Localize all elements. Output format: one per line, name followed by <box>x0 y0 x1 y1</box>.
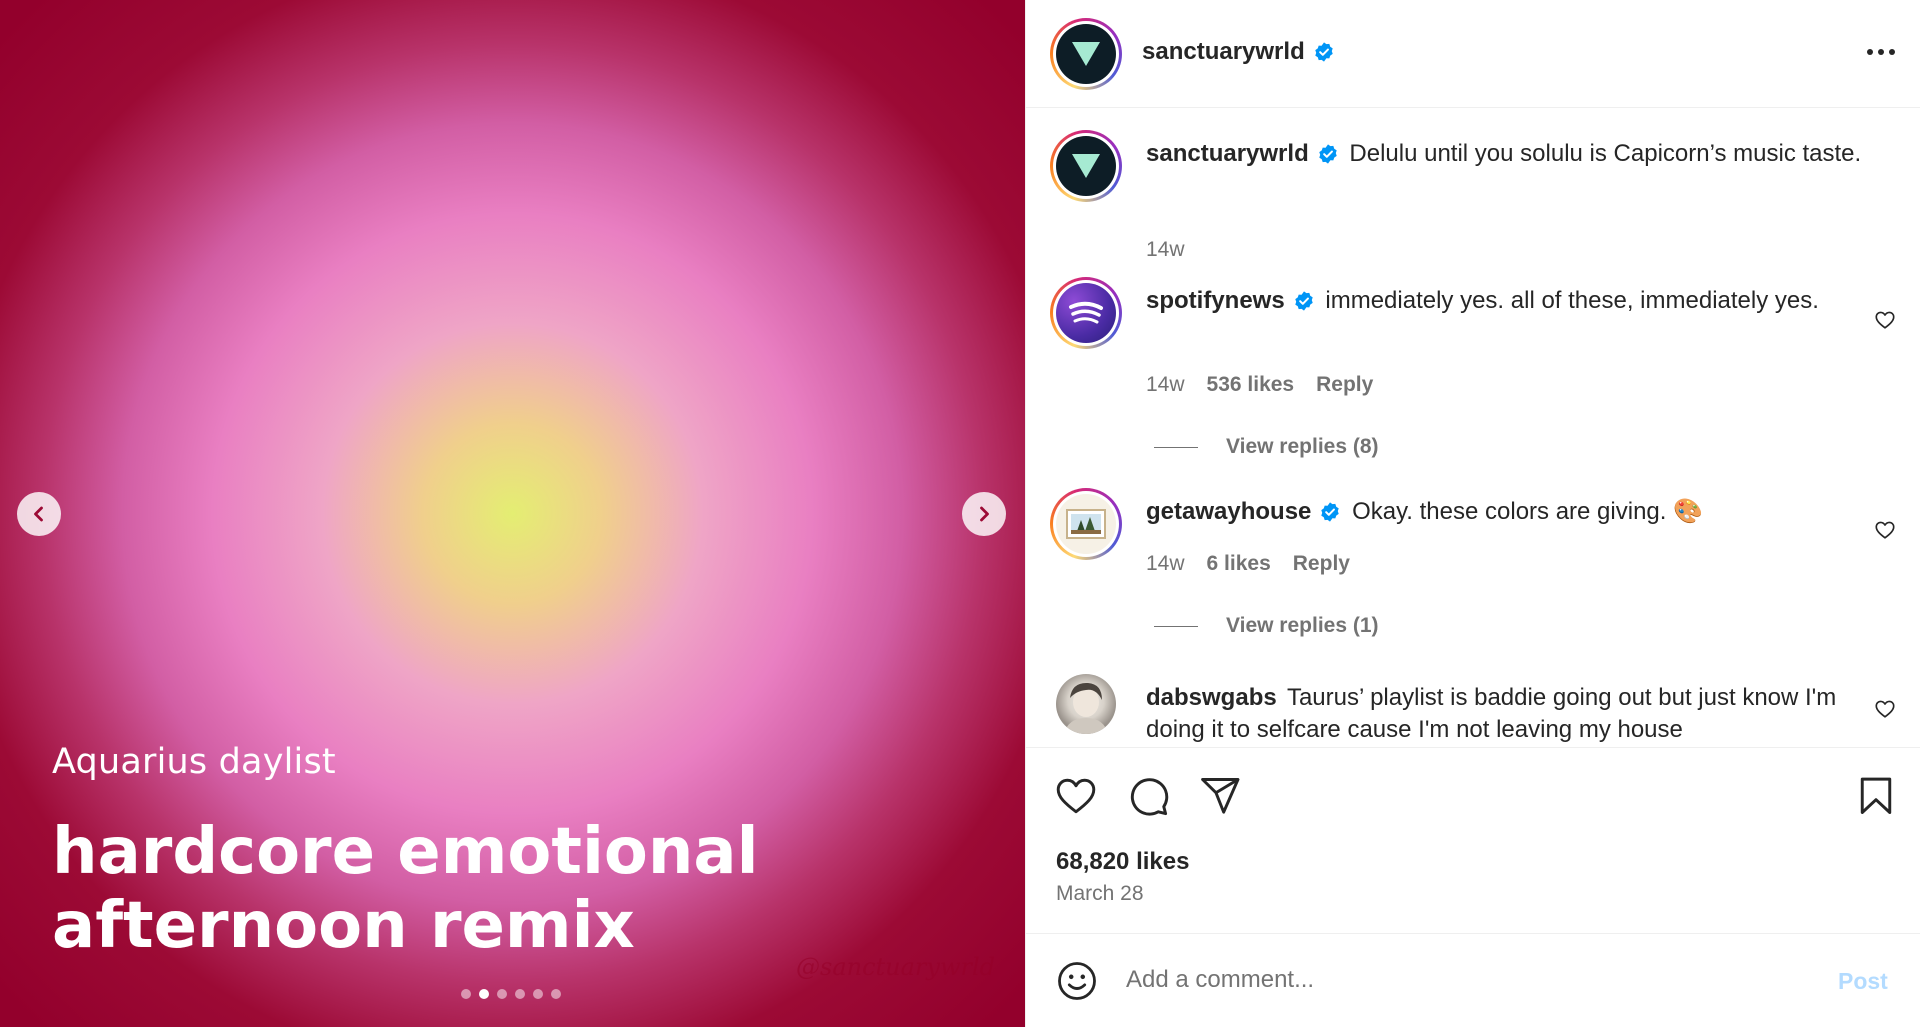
caption-body: sanctuarywrld Delulu until you solulu is… <box>1146 138 1866 170</box>
post-date[interactable]: March 28 <box>1056 882 1144 906</box>
author-avatar[interactable] <box>1050 18 1122 90</box>
divider-line <box>1154 625 1198 627</box>
commenter-username-label: getawayhouse <box>1146 498 1312 525</box>
more-horizontal-icon <box>1867 49 1895 55</box>
reply-button[interactable]: Reply <box>1293 552 1350 576</box>
like-comment-heart-icon[interactable] <box>1874 309 1896 331</box>
more-options-button[interactable] <box>1864 40 1898 64</box>
carousel-dot[interactable] <box>551 989 561 999</box>
slide-subtitle: Aquarius daylist <box>52 742 336 782</box>
author-username-label: sanctuarywrld <box>1142 38 1305 65</box>
comment-body: getawayhouse Okay. these colors are givi… <box>1146 496 1866 528</box>
verified-badge-icon <box>1321 502 1340 522</box>
bookmark-save-icon[interactable] <box>1854 774 1898 818</box>
carousel-dot[interactable] <box>461 989 471 999</box>
verified-badge-icon <box>1294 291 1313 311</box>
post-likes-count[interactable]: 68,820 likes <box>1056 848 1189 876</box>
commenter-avatar[interactable] <box>1050 488 1122 560</box>
post-side-panel: sanctuarywrld sanctuarywrld Delulu until… <box>1025 0 1920 1027</box>
comment-text: immediately yes. all of these, immediate… <box>1325 287 1819 314</box>
view-replies-label: View replies (1) <box>1226 614 1379 637</box>
previous-slide-button[interactable] <box>17 492 61 536</box>
view-replies-label: View replies (8) <box>1226 435 1379 458</box>
watermark: @sanctuarywrld <box>796 953 996 981</box>
comment-likes[interactable]: 6 likes <box>1207 552 1271 576</box>
caption-meta: 14w <box>1146 238 1185 262</box>
author-username[interactable]: sanctuarywrld <box>1142 38 1335 66</box>
add-comment-bar: Post <box>1026 934 1920 1027</box>
comment-text: Okay. these colors are giving. 🎨 <box>1352 498 1703 525</box>
caption-username-label: sanctuarywrld <box>1146 140 1309 167</box>
post-media: Aquarius daylist hardcore emotional afte… <box>0 0 1025 1027</box>
comment-meta: 14w 6 likes Reply <box>1146 552 1350 576</box>
divider-line <box>1154 446 1198 448</box>
share-send-icon[interactable] <box>1198 774 1242 818</box>
comment-time[interactable]: 14w <box>1146 552 1185 576</box>
caption-username[interactable]: sanctuarywrld <box>1146 138 1339 170</box>
caption-time[interactable]: 14w <box>1146 238 1185 262</box>
slide-title: hardcore emotional afternoon remix <box>52 815 759 963</box>
triangle-logo-icon <box>1072 154 1100 178</box>
comment-time[interactable]: 14w <box>1146 373 1185 397</box>
carousel-dot[interactable] <box>479 989 489 999</box>
commenter-username-label: dabswgabs <box>1146 684 1277 711</box>
commenter-avatar[interactable] <box>1056 674 1116 734</box>
commenter-username[interactable]: spotifynews <box>1146 285 1315 317</box>
comment-body: spotifynews immediately yes. all of thes… <box>1146 285 1866 317</box>
next-slide-button[interactable] <box>962 492 1006 536</box>
triangle-logo-icon <box>1072 42 1100 66</box>
comment-meta: 14w 536 likes Reply <box>1146 373 1373 397</box>
carousel-dots <box>461 989 561 999</box>
comments-list[interactable]: sanctuarywrld Delulu until you solulu is… <box>1026 108 1920 748</box>
like-comment-heart-icon[interactable] <box>1874 519 1896 541</box>
verified-badge-icon <box>1319 144 1337 164</box>
post-comment-button[interactable]: Post <box>1838 968 1888 995</box>
user-photo-icon <box>1064 682 1108 734</box>
getaway-cabin-logo-icon <box>1066 509 1106 539</box>
comment-bubble-icon[interactable] <box>1126 774 1170 818</box>
commenter-username-label: spotifynews <box>1146 287 1285 314</box>
post-header: sanctuarywrld <box>1026 0 1920 108</box>
verified-badge-icon <box>1315 42 1333 62</box>
commenter-username[interactable]: dabswgabs <box>1146 682 1277 714</box>
reply-button[interactable]: Reply <box>1316 373 1373 397</box>
commenter-username[interactable]: getawayhouse <box>1146 496 1341 528</box>
comment-body: dabswgabs Taurus’ playlist is baddie goi… <box>1146 682 1866 746</box>
carousel-dot[interactable] <box>515 989 525 999</box>
comment-likes[interactable]: 536 likes <box>1207 373 1295 397</box>
caption-avatar[interactable] <box>1050 130 1122 202</box>
like-comment-heart-icon[interactable] <box>1874 698 1896 720</box>
chevron-right-icon <box>980 506 989 522</box>
spotify-logo-icon <box>1069 301 1103 324</box>
emoji-smiley-icon[interactable] <box>1056 960 1098 1002</box>
carousel-dot[interactable] <box>497 989 507 999</box>
view-replies-button[interactable]: View replies (1) <box>1154 614 1379 638</box>
view-replies-button[interactable]: View replies (8) <box>1154 435 1379 459</box>
comment-input[interactable] <box>1126 958 1766 1002</box>
like-heart-icon[interactable] <box>1054 774 1098 818</box>
post-actions: 68,820 likes March 28 <box>1026 748 1920 934</box>
caption-text: Delulu until you solulu is Capicorn’s mu… <box>1349 140 1862 167</box>
commenter-avatar[interactable] <box>1050 277 1122 349</box>
carousel-dot[interactable] <box>533 989 543 999</box>
chevron-left-icon <box>34 506 43 522</box>
